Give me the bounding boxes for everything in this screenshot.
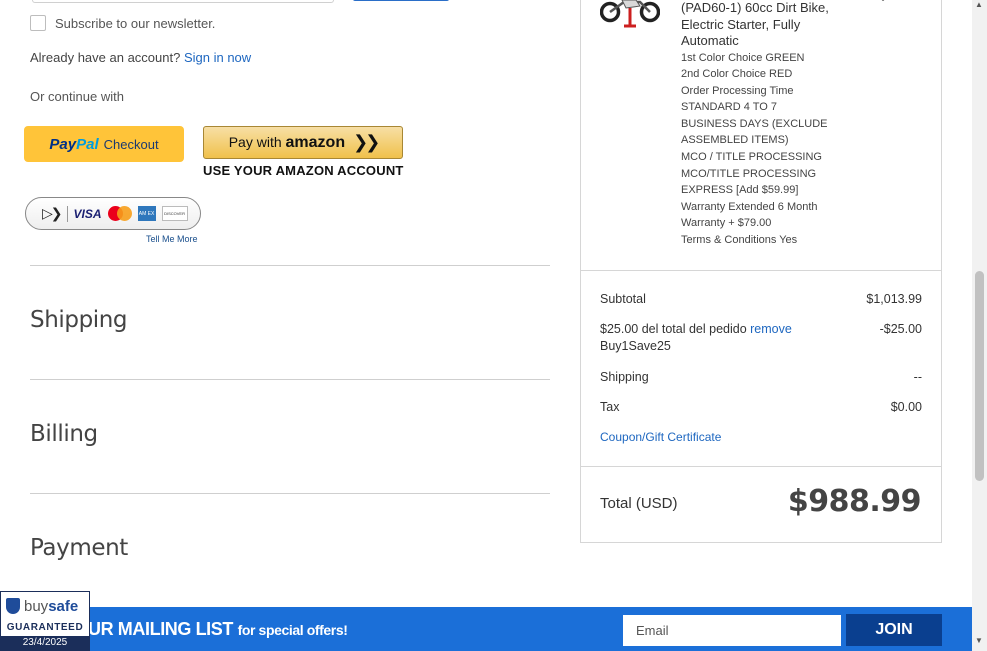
tax-value: $0.00 [890, 400, 922, 414]
mastercard-icon [107, 206, 132, 221]
discover-icon: DISCOVER [161, 206, 188, 221]
buysafe-date: 23/4/2025 [1, 636, 89, 650]
amazon-pay-label: Pay with amazon [229, 134, 345, 152]
product-option: Terms & Conditions Yes [681, 234, 798, 247]
product-details: (PAD60-1) 60cc Dirt Bike, Electric Start… [681, 0, 831, 249]
discount-value: -$25.00 [879, 322, 922, 336]
payment-section-title[interactable]: Payment [30, 535, 128, 561]
join-button[interactable]: JOIN [846, 614, 942, 646]
newsletter-checkbox[interactable] [30, 15, 46, 31]
coupon-link[interactable]: Coupon/Gift Certificate [600, 430, 721, 444]
total-label: Total (USD) [600, 495, 678, 512]
discount-remove-link[interactable]: remove [750, 322, 792, 336]
product-option: Order Processing Time STANDARD 4 TO 7 BU… [681, 84, 828, 147]
scrollbar-thumb[interactable] [975, 271, 984, 481]
amazon-subtitle: USE YOUR AMAZON ACCOUNT [203, 163, 404, 178]
card-brand-icon: ▷❯ [42, 205, 62, 221]
shipping-row: Shipping -- [600, 370, 922, 384]
product-option: 1st Color Choice GREEN [681, 51, 805, 64]
more-icon: ⌄ [878, 0, 888, 4]
subtotal-value: $1,013.99 [866, 292, 922, 306]
amazon-pay-prefix: Pay with [228, 133, 282, 150]
tell-me-more-link[interactable]: Tell Me More [146, 234, 198, 244]
scroll-up-icon[interactable]: ▲ [975, 0, 983, 9]
card-payment-button[interactable]: ▷❯ VISA AM EX DISCOVER [25, 197, 201, 230]
continue-button-partial[interactable] [353, 0, 449, 1]
form-input-partial[interactable] [32, 0, 334, 3]
continue-with-label: Or continue with [30, 89, 124, 104]
summary-divider [581, 270, 941, 271]
newsletter-option[interactable]: Subscribe to our newsletter. [30, 15, 215, 31]
tax-label: Tax [600, 400, 620, 414]
amazon-logo: amazon [285, 133, 346, 151]
sign-in-link[interactable]: Sign in now [184, 50, 251, 65]
product-option: Warranty Extended 6 Month Warranty + $79… [681, 200, 818, 230]
buysafe-guaranteed: GUARANTEED [1, 620, 89, 636]
account-prompt: Already have an account? Sign in now [30, 50, 251, 65]
shipping-section-title[interactable]: Shipping [30, 307, 128, 333]
paypal-checkout-button[interactable]: Pay Pal Checkout [24, 126, 184, 162]
shipping-value: -- [913, 370, 922, 384]
discount-text: $25.00 del total del pedido [600, 322, 747, 336]
amazon-pay-button[interactable]: Pay with amazon ❯❯ [203, 126, 403, 159]
discount-code: Buy1Save25 [600, 339, 671, 353]
dirt-bike-image [600, 0, 660, 28]
tax-row: Tax $0.00 [600, 400, 922, 414]
account-prompt-text: Already have an account? [30, 50, 181, 65]
total-value: $988.99 [787, 484, 922, 519]
section-divider [30, 265, 550, 266]
mailing-list-heading: UR MAILING LIST [88, 619, 233, 639]
paypal-logo-pal: Pal [76, 135, 99, 153]
paypal-logo-pay: Pay [49, 135, 77, 153]
mailing-list-title: UR MAILING LIST for special offers! [88, 619, 348, 640]
product-option: MCO / TITLE PROCESSING MCO/TITLE PROCESS… [681, 151, 822, 197]
product-option: 2nd Color Choice RED [681, 68, 793, 81]
paypal-checkout-label: Checkout [103, 136, 159, 152]
billing-section-title[interactable]: Billing [30, 421, 98, 447]
buysafe-badge[interactable]: buysafe GUARANTEED 23/4/2025 [0, 591, 90, 651]
newsletter-label: Subscribe to our newsletter. [55, 15, 216, 31]
product-title: (PAD60-1) 60cc Dirt Bike, Electric Start… [681, 0, 829, 48]
double-chevron-right-icon: ❯❯ [353, 132, 380, 152]
card-separator [66, 205, 68, 222]
discount-row: $25.00 del total del pedido remove Buy1S… [600, 322, 922, 353]
scroll-down-icon[interactable]: ▼ [975, 636, 983, 645]
buysafe-logo: buysafe [24, 597, 79, 615]
amex-icon: AM EX [137, 206, 156, 221]
newsletter-email-input[interactable] [623, 615, 841, 646]
mailing-list-subtitle: for special offers! [237, 622, 348, 638]
summary-divider [581, 466, 941, 467]
section-divider [30, 379, 550, 380]
visa-icon: VISA [73, 206, 102, 221]
shield-icon [6, 598, 20, 614]
subtotal-row: Subtotal $1,013.99 [600, 292, 922, 306]
shipping-label: Shipping [600, 370, 649, 384]
subtotal-label: Subtotal [600, 292, 646, 306]
section-divider [30, 493, 550, 494]
